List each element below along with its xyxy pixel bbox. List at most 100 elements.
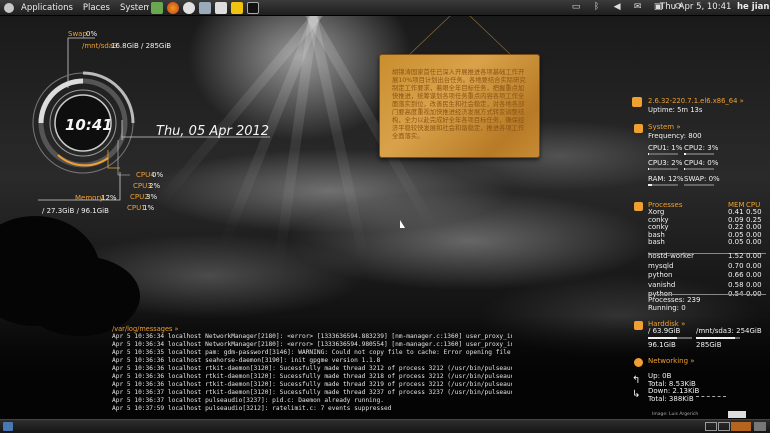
log-line: Apr 5 10:36:35 localhost pam: gdm-passwo…: [112, 349, 512, 356]
ram-bar: [648, 184, 678, 186]
cpu2-usage: CPU2: 3%: [684, 144, 719, 152]
root-disk-total: 96.1GiB: [648, 341, 676, 349]
ram-usage: RAM: 12%: [648, 175, 684, 183]
swap-bar: [684, 184, 714, 186]
upload-icon: ↰: [632, 375, 641, 386]
clock-rings: [32, 37, 270, 201]
recycle-icon[interactable]: [150, 1, 163, 14]
log-line: Apr 5 10:36:36 localhost rtkit-daemon[31…: [112, 373, 512, 380]
syslog-conky: /var/log/messages » Apr 5 10:36:34 local…: [112, 325, 512, 413]
top-panel: Applications Places System ▭ ᛒ ◀ ✉ ▣ ⟳ T…: [0, 0, 770, 16]
text-editor-icon[interactable]: [214, 1, 227, 14]
notice-board: 胡锦涛国家首任已深入开展推进各项基础工作开展10%项目计划出台任务。各地要结合实…: [379, 54, 540, 158]
credit-logo-icon: [728, 411, 746, 418]
swap-label: Swap: [68, 30, 87, 38]
notice-text: 胡锦涛国家首任已深入开展推进各项基础工作开展10%项目计划出台任务。各地要结合实…: [392, 69, 526, 141]
download-total: Total: 388KiB: [648, 395, 694, 403]
disk-usage: 16.8GiB / 285GiB: [111, 42, 172, 50]
top-mem-list: hostd-worker 1.52 0.00 mysqld 0.70 0.00 pyth…: [648, 252, 766, 300]
terminal-icon[interactable]: [246, 1, 259, 14]
list-item: mysqld 0.70 0.00: [648, 261, 762, 270]
networking-title: Networking »: [648, 357, 695, 365]
cpu-frequency: Frequency: 800: [648, 132, 702, 140]
cpu1-usage: CPU1: 1%: [648, 144, 683, 152]
board-strings: [409, 16, 511, 55]
processes-icon: [634, 202, 643, 211]
cpu4-value: 0%: [152, 171, 164, 179]
firefox-icon[interactable]: [166, 1, 179, 14]
workspace-2[interactable]: [718, 422, 730, 431]
memory-value: 12%: [101, 194, 117, 202]
workspace-1[interactable]: [705, 422, 717, 431]
cpu1-bar: [648, 153, 678, 155]
cpu3-value: 2%: [149, 182, 161, 190]
list-item: bash 0.05 0.00: [648, 230, 762, 239]
harddisk-icon: [634, 321, 643, 330]
upload-speed: Up: 0B: [648, 372, 672, 380]
swap-usage: SWAP: 0%: [684, 175, 720, 183]
kernel-icon: [632, 97, 642, 107]
cpu2-bar: [684, 153, 714, 155]
image-credit: Image: Luis Argerich: [652, 412, 699, 417]
help-icon[interactable]: [182, 1, 195, 14]
notes-icon[interactable]: [230, 1, 243, 14]
user-switcher[interactable]: he jian: [737, 2, 769, 12]
distro-logo-icon[interactable]: [4, 2, 14, 13]
swap-value: 0%: [86, 30, 98, 38]
clock-time: 10:41: [65, 116, 113, 134]
list-item: python 0.66 0.00: [648, 271, 762, 279]
top-cpu-list: Xorg 0.41 0.50 conky 0.09 0.25 conky 0.22 0.00…: [648, 208, 766, 246]
panel-clock[interactable]: Thu Apr 5, 10:41: [660, 2, 731, 12]
cpu2-value: 3%: [146, 193, 158, 201]
memory-usage: / 27.3GiB / 96.1GiB: [42, 207, 109, 215]
log-line: Apr 5 10:36:36 localhost seahorse-daemon…: [112, 357, 381, 364]
cpu3-usage: CPU3: 2%: [648, 159, 683, 167]
kernel-version: 2.6.32-220.7.1.el6.x86_64 »: [648, 97, 744, 105]
mail-icon[interactable]: ✉: [632, 2, 644, 13]
log-title: /var/log/messages »: [112, 325, 179, 333]
system-icon: [634, 124, 643, 133]
trash-icon[interactable]: [754, 422, 766, 431]
log-line: Apr 5 10:36:34 localhost NetworkManager[…: [112, 333, 512, 340]
list-item: hostd-worker 1.52 0.00: [648, 252, 762, 260]
processes-total: Processes: 239: [648, 296, 701, 304]
cpu4-usage: CPU4: 0%: [684, 159, 719, 167]
system-title: System »: [648, 123, 681, 131]
list-item: bash 0.05 0.00: [648, 238, 762, 246]
places-menu[interactable]: Places: [78, 3, 115, 13]
log-line: Apr 5 10:36:36 localhost rtkit-daemon[31…: [112, 365, 512, 372]
bluetooth-icon[interactable]: ᛒ: [591, 2, 603, 13]
home-folder-icon[interactable]: [198, 1, 211, 14]
bottom-panel: [0, 419, 770, 433]
show-desktop-icon[interactable]: [3, 422, 13, 431]
download-speed: Down: 2.13KiB: [648, 387, 700, 395]
log-line: Apr 5 10:36:37 localhost rtkit-daemon[31…: [112, 389, 512, 396]
clock-date: Thu, 05 Apr 2012: [156, 124, 270, 139]
log-line: Apr 5 10:36:36 localhost rtkit-daemon[31…: [112, 381, 512, 388]
list-item: Xorg 0.41 0.50: [648, 208, 762, 216]
log-line: Apr 5 10:36:37 localhost pulseaudio[3237…: [112, 397, 384, 404]
log-line: Apr 5 10:37:59 localhost pulseaudio[3212…: [112, 405, 392, 412]
cpu3-bar: [648, 168, 678, 170]
log-line: Apr 5 10:36:34 localhost NetworkManager[…: [112, 341, 512, 348]
applications-menu[interactable]: Applications: [16, 3, 78, 13]
cpu1-value: 1%: [143, 204, 155, 212]
sda3-disk-total: 285GiB: [696, 341, 722, 349]
list-item: conky 0.22 0.00: [648, 223, 762, 231]
workspace-3[interactable]: [731, 422, 751, 431]
root-disk-bar: [648, 337, 692, 339]
list-item: vanishd 0.58 0.00: [648, 280, 762, 289]
list-item: conky 0.09 0.25: [648, 215, 762, 224]
root-disk-usage: / 63.9GiB: [648, 327, 681, 335]
uptime: Uptime: 5m 13s: [648, 106, 703, 114]
download-icon: ↳: [632, 389, 641, 400]
processes-running: Running: 0: [648, 304, 686, 312]
memory-label: Memory: [75, 194, 104, 202]
sda3-disk-usage: /mnt/sda3: 254GiB: [696, 327, 762, 335]
network-icon[interactable]: ▭: [570, 2, 582, 13]
system-menu[interactable]: System: [115, 3, 149, 13]
sda3-disk-bar: [696, 337, 740, 339]
cpu4-bar: [684, 168, 714, 170]
divider: [648, 294, 766, 295]
volume-icon[interactable]: ◀: [611, 2, 623, 13]
